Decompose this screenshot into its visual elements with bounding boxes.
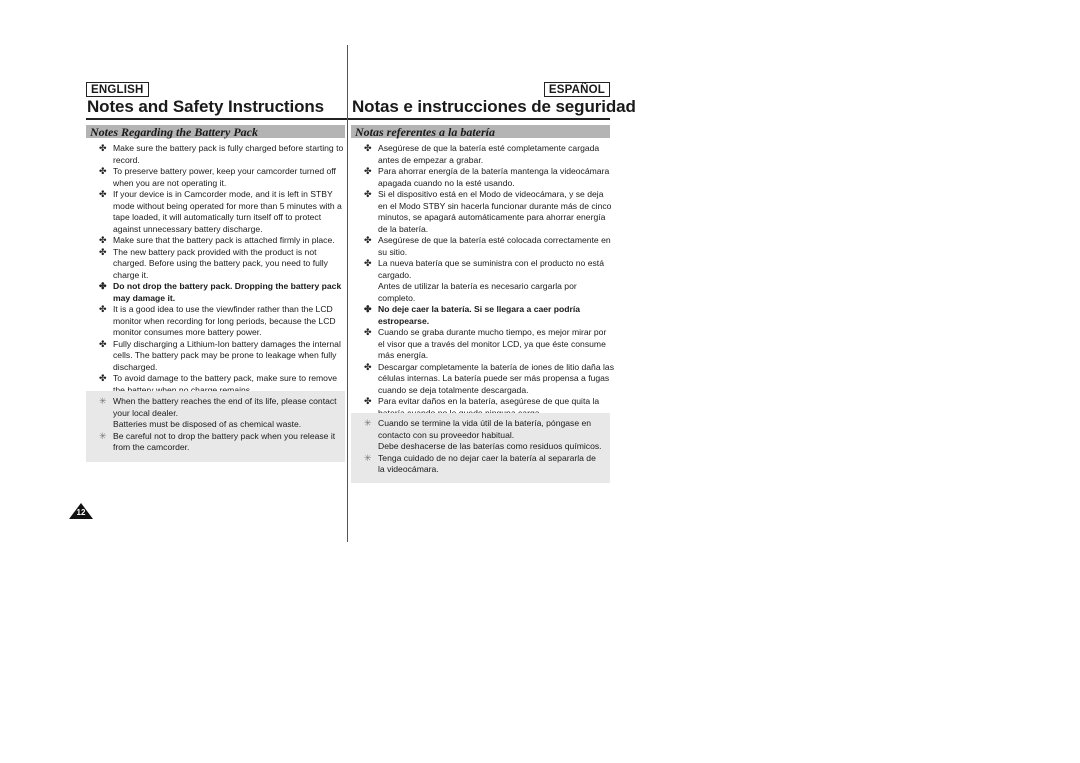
note-item: ✳ Be careful not to drop the battery pack…	[99, 430, 336, 453]
list-item: ✤ Si el dispositivo está en el Modo de vi…	[364, 189, 612, 234]
bullet-icon: ✤	[364, 396, 372, 406]
list-item: ✤ Asegúrese de que la batería esté comple…	[364, 143, 600, 165]
instructions-list-english: ✤ Make sure the battery pack is fully cha…	[99, 143, 348, 396]
bullet-icon: ✤	[99, 143, 107, 153]
title-underline-english	[86, 118, 347, 120]
note-item: ✳ Tenga cuidado de no dejar caer la bater…	[364, 452, 596, 475]
list-item: ✤ Cuando se graba durante mucho tiempo, e…	[364, 327, 607, 360]
list-item-extra: Antes de utilizar la batería es necesari…	[378, 281, 577, 303]
page-title-spanish: Notas e instrucciones de seguridad	[352, 97, 636, 116]
bullet-icon: ✤	[364, 258, 372, 268]
list-item: ✤ It is a good idea to use the viewfinder…	[99, 304, 336, 337]
page-number: 12	[76, 508, 86, 517]
bullet-icon: ✤	[99, 304, 107, 314]
list-item: ✤ Para ahorrar energía de la batería mant…	[364, 166, 610, 188]
bullet-icon: ✤	[99, 235, 107, 245]
list-item: ✤ If your device is in Camcorder mode, an…	[99, 189, 342, 234]
list-item: ✤ The new battery pack provided with the …	[99, 246, 328, 280]
asterisk-icon: ✳	[99, 396, 107, 406]
section-heading-spanish: Notas referentes a la batería	[351, 125, 610, 139]
list-item: ✤ Asegúrese de que la batería esté coloca…	[364, 235, 611, 257]
asterisk-icon: ✳	[364, 452, 372, 463]
list-item: ✤ Descargar completamente la batería de i…	[364, 361, 614, 395]
list-item: ✤ Fully discharging a Lithium-Ion battery…	[99, 338, 341, 372]
section-heading-english: Notes Regarding the Battery Pack	[86, 125, 345, 139]
bullet-icon: ✤	[364, 304, 372, 314]
note-box-english: ✳ When the battery reaches the end of its…	[86, 391, 345, 462]
bullet-icon: ✤	[364, 189, 372, 199]
bullet-icon: ✤	[364, 361, 372, 372]
bullet-icon: ✤	[99, 166, 107, 176]
bullet-icon: ✤	[99, 189, 107, 199]
asterisk-icon: ✳	[364, 418, 372, 428]
bullet-icon: ✤	[364, 327, 372, 337]
bullet-icon: ✤	[99, 373, 107, 383]
bullet-icon: ✤	[99, 338, 107, 349]
instructions-list-spanish: ✤ Asegúrese de que la batería esté comple…	[364, 143, 614, 419]
bullet-icon: ✤	[364, 143, 372, 153]
bullet-icon: ✤	[99, 281, 107, 291]
asterisk-icon: ✳	[99, 430, 107, 441]
language-badge-english: ENGLISH	[86, 82, 149, 97]
list-item-warning: ✤ Do not drop the battery pack. Dropping …	[99, 281, 342, 303]
bullet-icon: ✤	[364, 235, 372, 245]
note-box-spanish: ✳ Cuando se termine la vida útil de la ba…	[351, 413, 610, 483]
page-title-english: Notes and Safety Instructions	[87, 97, 325, 116]
list-item: ✤ Make sure the battery pack is fully cha…	[99, 143, 344, 165]
language-badge-spanish: ESPAÑOL	[543, 82, 610, 97]
title-underline-spanish	[348, 118, 610, 120]
list-item: ✤ La nueva batería que se suministra con …	[364, 258, 614, 304]
list-item: ✤ To preserve battery power, keep your ca…	[99, 166, 336, 188]
list-item: ✤ Make sure that the battery pack is atta…	[99, 235, 335, 245]
note-item: ✳ When the battery reaches the end of its…	[99, 396, 337, 429]
note-item: ✳ Cuando se termine la vida útil de la ba…	[364, 418, 602, 451]
bullet-icon: ✤	[364, 166, 372, 176]
list-item-warning: ✤ No deje caer la batería. Si se llegara …	[364, 304, 581, 326]
bullet-icon: ✤	[99, 246, 107, 257]
